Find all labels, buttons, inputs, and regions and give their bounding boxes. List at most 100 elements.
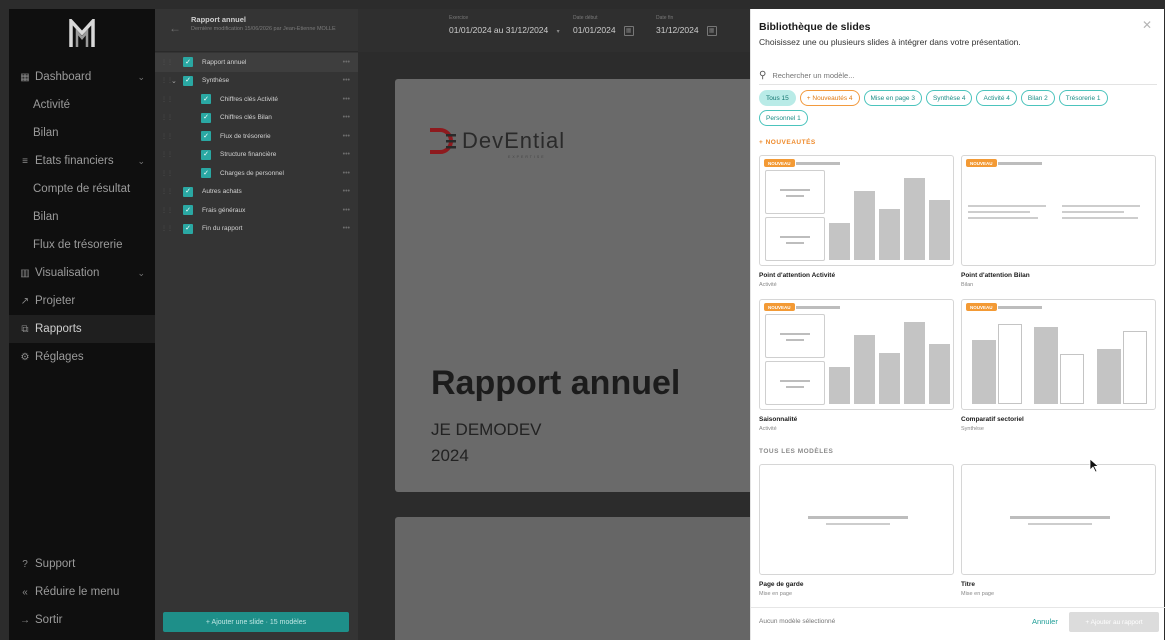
filter-chip[interactable]: Trésorerie 1 xyxy=(1058,90,1108,106)
start-date-field[interactable]: Date début 01/01/2024 ▦ xyxy=(573,15,634,36)
drag-handle-icon[interactable]: ⋮⋮ xyxy=(161,133,173,140)
slide-checkbox[interactable]: ✓ xyxy=(201,94,211,105)
filter-chip[interactable]: Mise en page 3 xyxy=(863,90,922,106)
sidebar-item-compte-de-resultat[interactable]: Compte de résultat xyxy=(9,175,155,203)
calendar-icon[interactable]: ▦ xyxy=(623,25,634,36)
filter-chip[interactable]: + Nouveautés 4 xyxy=(799,90,860,106)
drag-handle-icon[interactable]: ⋮⋮ xyxy=(161,151,173,158)
template-card[interactable]: NOUVEAU Comparatif sectoriel Synthèse xyxy=(961,299,1156,432)
more-options-icon[interactable]: ••• xyxy=(343,77,350,84)
template-category: Mise en page xyxy=(759,591,793,597)
outline-item[interactable]: ⋮⋮ ✓ Frais généraux ••• xyxy=(155,201,358,220)
filter-chip[interactable]: Tous 15 xyxy=(759,90,796,106)
slide-checkbox[interactable]: ✓ xyxy=(183,75,193,86)
more-options-icon[interactable]: ••• xyxy=(343,225,350,232)
drag-handle-icon[interactable]: ⋮⋮ xyxy=(161,59,173,66)
sidebar-item-projeter[interactable]: ↗ Projeter xyxy=(9,287,155,315)
outline-item[interactable]: ⋮⋮ ✓ Chiffres clés Activité ••• xyxy=(155,90,358,109)
template-card[interactable]: Titre Mise en page xyxy=(961,464,1156,597)
more-options-icon[interactable]: ••• xyxy=(343,114,350,121)
add-to-report-button[interactable]: + Ajouter au rapport xyxy=(1069,612,1159,632)
template-card[interactable]: NOUVEAU Point d'attention Activité Activ… xyxy=(759,155,954,288)
sidebar-item-reduire-le-menu[interactable]: « Réduire le menu xyxy=(9,578,155,606)
sidebar-item-etats-financiers[interactable]: ≡ Etats financiers ⌄ xyxy=(9,147,155,175)
template-card[interactable]: Page de garde Mise en page xyxy=(759,464,954,597)
outline-item[interactable]: ⋮⋮ ⌄ ✓ Synthèse ••• xyxy=(155,72,358,91)
template-search-input[interactable] xyxy=(772,71,1133,80)
sidebar-item-visualisation[interactable]: ▥ Visualisation ⌄ xyxy=(9,259,155,287)
slide-checkbox[interactable]: ✓ xyxy=(183,205,193,216)
sidebar-item-flux-de-tresorerie[interactable]: Flux de trésorerie xyxy=(9,231,155,259)
report-title: Rapport annuel xyxy=(191,15,247,24)
sidebar-item-activite[interactable]: Activité xyxy=(9,91,155,119)
thumb-bar xyxy=(1034,327,1058,404)
calendar-icon[interactable]: ▦ xyxy=(706,25,717,36)
sidebar-item-rapports[interactable]: ⧉ Rapports xyxy=(9,315,155,343)
more-options-icon[interactable]: ••• xyxy=(343,96,350,103)
drag-handle-icon[interactable]: ⋮⋮ xyxy=(161,207,173,214)
slide-checkbox[interactable]: ✓ xyxy=(183,57,193,68)
slide-checkbox[interactable]: ✓ xyxy=(201,112,211,123)
next-slide-preview[interactable] xyxy=(395,517,775,640)
filter-chip[interactable]: Synthèse 4 xyxy=(925,90,973,106)
template-card[interactable]: NOUVEAU Point d'attention Bilan Bilan xyxy=(961,155,1156,288)
chevron-down-icon[interactable]: ⌄ xyxy=(171,77,179,85)
more-options-icon[interactable]: ••• xyxy=(343,188,350,195)
end-date-field[interactable]: Date fin 31/12/2024 ▦ xyxy=(656,15,717,36)
cover-slide-preview[interactable]: DevEntial EXPERTISE Rapport annuel JE DE… xyxy=(395,79,775,492)
outline-item[interactable]: ⋮⋮ ✓ Chiffres clés Bilan ••• xyxy=(155,109,358,128)
outline-item[interactable]: ⋮⋮ ✓ Autres achats ••• xyxy=(155,183,358,202)
app-logo[interactable] xyxy=(9,9,155,59)
exercise-value: 01/01/2024 au 31/12/2024 xyxy=(449,25,549,35)
outline-item-label: Fin du rapport xyxy=(202,225,243,233)
slide-checkbox[interactable]: ✓ xyxy=(201,149,211,160)
sidebar-item-bilan[interactable]: Bilan xyxy=(9,203,155,231)
drag-handle-icon[interactable]: ⋮⋮ xyxy=(161,225,173,232)
report-outline-panel: ← Rapport annuel Dernière modification 1… xyxy=(155,9,358,640)
add-slide-button[interactable]: + Ajouter une slide · 15 modèles xyxy=(163,612,349,632)
thumb-bar-outline xyxy=(998,324,1022,404)
filter-chip[interactable]: Bilan 2 xyxy=(1020,90,1055,106)
filter-chip[interactable]: Activité 4 xyxy=(976,90,1017,106)
sidebar-item-sortir[interactable]: → Sortir xyxy=(9,606,155,634)
more-options-icon[interactable]: ••• xyxy=(343,170,350,177)
outline-item[interactable]: ⋮⋮ ✓ Structure financière ••• xyxy=(155,146,358,165)
sidebar-item-bilan[interactable]: Bilan xyxy=(9,119,155,147)
outline-item-label: Structure financière xyxy=(220,151,277,159)
slide-checkbox[interactable]: ✓ xyxy=(201,131,211,142)
drag-handle-icon[interactable]: ⋮⋮ xyxy=(161,170,173,177)
slide-checkbox[interactable]: ✓ xyxy=(201,168,211,179)
exercise-select[interactable]: Exercice 01/01/2024 au 31/12/2024 ▾ xyxy=(449,15,560,35)
back-arrow-icon[interactable]: ← xyxy=(169,21,181,35)
more-options-icon[interactable]: ••• xyxy=(343,59,350,66)
close-icon[interactable]: ✕ xyxy=(1142,18,1152,32)
selection-status: Aucun modèle sélectionné xyxy=(759,618,836,625)
sidebar-item-dashboard[interactable]: ▦ Dashboard ⌄ xyxy=(9,63,155,91)
slide-checkbox[interactable]: ✓ xyxy=(183,223,193,234)
filter-chip[interactable]: Personnel 1 xyxy=(759,110,808,126)
slide-canvas: DevEntial EXPERTISE Rapport annuel JE DE… xyxy=(358,52,775,640)
more-options-icon[interactable]: ••• xyxy=(343,151,350,158)
template-name: Comparatif sectoriel xyxy=(961,416,1024,423)
sidebar-item-reglages[interactable]: ⚙ Réglages xyxy=(9,343,155,371)
outline-item[interactable]: ⋮⋮ ✓ Flux de trésorerie ••• xyxy=(155,127,358,146)
drag-handle-icon[interactable]: ⋮⋮ xyxy=(161,188,173,195)
outline-item[interactable]: ⋮⋮ ✓ Fin du rapport ••• xyxy=(155,220,358,239)
section-all-heading: TOUS LES MODÈLES xyxy=(759,448,834,455)
thumb-text-line xyxy=(1062,205,1140,207)
thumb-bar xyxy=(854,191,875,260)
template-thumbnail: NOUVEAU xyxy=(759,299,954,410)
cancel-button[interactable]: Annuler xyxy=(1032,617,1058,626)
more-options-icon[interactable]: ••• xyxy=(343,207,350,214)
template-category: Activité xyxy=(759,426,777,432)
drag-handle-icon[interactable]: ⋮⋮ xyxy=(161,77,173,84)
main-nav: ▦ Dashboard ⌄ Activité Bilan ≡ Etats financier… xyxy=(9,63,155,371)
template-card[interactable]: NOUVEAU Saisonnalité Activité xyxy=(759,299,954,432)
slide-checkbox[interactable]: ✓ xyxy=(183,186,193,197)
drag-handle-icon[interactable]: ⋮⋮ xyxy=(161,96,173,103)
drag-handle-icon[interactable]: ⋮⋮ xyxy=(161,114,173,121)
outline-item[interactable]: ⋮⋮ ✓ Rapport annuel ••• xyxy=(155,53,358,72)
more-options-icon[interactable]: ••• xyxy=(343,133,350,140)
sidebar-item-support[interactable]: ? Support xyxy=(9,550,155,578)
outline-item[interactable]: ⋮⋮ ✓ Charges de personnel ••• xyxy=(155,164,358,183)
